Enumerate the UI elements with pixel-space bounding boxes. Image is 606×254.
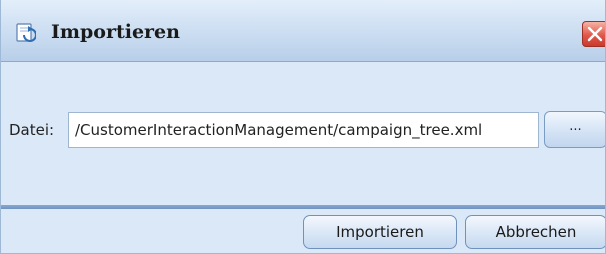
dialog-titlebar[interactable]: Importieren (1, 0, 605, 62)
file-label: Datei: (9, 121, 55, 139)
import-icon (14, 22, 37, 44)
browse-button[interactable]: ... (544, 111, 605, 148)
dialog-title: Importieren (51, 21, 180, 43)
cancel-button[interactable]: Abbrechen (465, 215, 605, 249)
file-path-input[interactable]: /CustomerInteractionManagement/campaign_… (68, 112, 539, 148)
import-button[interactable]: Importieren (303, 215, 457, 249)
dialog-footer: Importieren Abbrechen (1, 209, 605, 253)
dialog-body: Datei: /CustomerInteractionManagement/ca… (1, 62, 605, 205)
import-dialog: Importieren Datei: /CustomerInteractionM… (0, 0, 606, 254)
close-button[interactable] (582, 21, 605, 47)
close-icon (587, 26, 603, 42)
